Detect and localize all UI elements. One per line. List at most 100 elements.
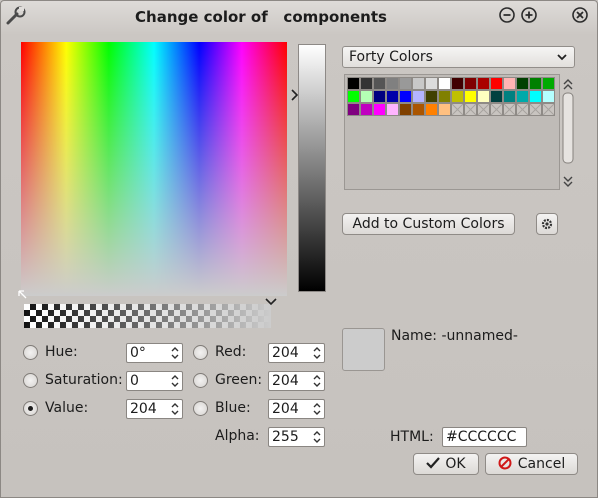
chevron-down-icon [557, 54, 567, 61]
checkmark-icon [426, 457, 441, 469]
selected-color-preview [342, 328, 385, 371]
empty-swatch[interactable] [542, 103, 555, 116]
swatch-grid [347, 77, 555, 116]
color-swatch[interactable] [360, 103, 373, 116]
color-swatch[interactable] [412, 77, 425, 90]
color-swatch[interactable] [451, 77, 464, 90]
empty-swatch[interactable] [464, 103, 477, 116]
red-radio[interactable] [193, 345, 208, 360]
red-spinbox[interactable]: 204 [268, 343, 325, 363]
color-swatch[interactable] [477, 90, 490, 103]
empty-swatch[interactable] [516, 103, 529, 116]
color-swatch[interactable] [373, 90, 386, 103]
green-value: 204 [272, 373, 299, 389]
value-spinbox[interactable]: 204 [126, 399, 183, 419]
color-swatch[interactable] [399, 90, 412, 103]
alpha-slider[interactable] [24, 304, 271, 328]
red-label: Red: [215, 344, 247, 360]
value-radio[interactable] [23, 401, 38, 416]
color-swatch[interactable] [386, 77, 399, 90]
color-swatch[interactable] [347, 90, 360, 103]
maximize-icon[interactable] [521, 7, 537, 23]
html-value: #CCCCCC [446, 429, 517, 445]
color-swatch[interactable] [425, 103, 438, 116]
value-slider[interactable] [298, 44, 326, 292]
color-swatch[interactable] [464, 90, 477, 103]
palette-select-value: Forty Colors [349, 49, 433, 65]
color-swatch[interactable] [529, 90, 542, 103]
empty-swatch[interactable] [490, 103, 503, 116]
blue-value: 204 [272, 401, 299, 417]
saturation-value: 0 [130, 373, 139, 389]
hue-saturation-picker[interactable] [21, 42, 287, 296]
spin-arrows-icon [313, 347, 321, 359]
alpha-slider-arrow-icon[interactable] [265, 298, 277, 306]
cancel-label: Cancel [517, 456, 566, 472]
color-swatch[interactable] [360, 77, 373, 90]
empty-swatch[interactable] [477, 103, 490, 116]
green-spinbox[interactable]: 204 [268, 371, 325, 391]
color-dialog: Change color of components Forty Colors [0, 0, 598, 498]
hue-radio[interactable] [23, 345, 38, 360]
color-swatch[interactable] [412, 90, 425, 103]
color-swatch[interactable] [386, 103, 399, 116]
value-slider-arrow-icon[interactable] [291, 89, 299, 101]
empty-swatch[interactable] [503, 103, 516, 116]
color-swatch[interactable] [477, 77, 490, 90]
color-swatch[interactable] [542, 77, 555, 90]
html-input[interactable]: #CCCCCC [442, 427, 527, 447]
hue-value: 0° [130, 345, 146, 361]
color-swatch[interactable] [438, 77, 451, 90]
color-swatch[interactable] [516, 90, 529, 103]
color-swatch[interactable] [347, 103, 360, 116]
hue-spinbox[interactable]: 0° [126, 343, 183, 363]
ok-button[interactable]: OK [413, 453, 479, 475]
radio-selected-dot [28, 406, 33, 411]
add-custom-colors-button[interactable]: Add to Custom Colors [342, 213, 515, 235]
alpha-value: 255 [272, 429, 299, 445]
saturation-radio[interactable] [23, 373, 38, 388]
cancel-button[interactable]: Cancel [485, 453, 578, 475]
color-swatch[interactable] [360, 90, 373, 103]
color-swatch[interactable] [425, 77, 438, 90]
color-swatch[interactable] [373, 103, 386, 116]
palette-select[interactable]: Forty Colors [342, 46, 575, 68]
color-swatch[interactable] [399, 103, 412, 116]
color-swatch[interactable] [451, 90, 464, 103]
palette-scrollbar[interactable] [560, 76, 576, 190]
green-radio[interactable] [193, 373, 208, 388]
color-swatch[interactable] [347, 77, 360, 90]
spin-arrows-icon [313, 431, 321, 443]
empty-swatch[interactable] [451, 103, 464, 116]
blue-spinbox[interactable]: 204 [268, 399, 325, 419]
color-swatch[interactable] [464, 77, 477, 90]
alpha-spinbox[interactable]: 255 [268, 427, 325, 447]
color-swatch[interactable] [373, 77, 386, 90]
saturation-spinbox[interactable]: 0 [126, 371, 183, 391]
value-label: Value: [45, 400, 89, 416]
green-label: Green: [215, 372, 263, 388]
color-swatch[interactable] [542, 90, 555, 103]
color-swatch[interactable] [529, 77, 542, 90]
color-swatch[interactable] [438, 90, 451, 103]
color-swatch[interactable] [490, 77, 503, 90]
title-bar: Change color of components [1, 1, 597, 33]
color-swatch[interactable] [425, 90, 438, 103]
color-swatch[interactable] [399, 77, 412, 90]
color-swatch[interactable] [386, 90, 399, 103]
color-swatch[interactable] [503, 90, 516, 103]
color-swatch[interactable] [490, 90, 503, 103]
settings-button[interactable] [536, 213, 558, 235]
blue-label: Blue: [215, 400, 251, 416]
minimize-icon[interactable] [499, 7, 515, 23]
blue-radio[interactable] [193, 401, 208, 416]
empty-swatch[interactable] [529, 103, 542, 116]
color-swatch[interactable] [412, 103, 425, 116]
color-swatch[interactable] [516, 77, 529, 90]
palette-swatch-grid [344, 74, 560, 190]
spin-arrows-icon [171, 347, 179, 359]
close-icon[interactable] [572, 7, 588, 23]
color-swatch[interactable] [503, 77, 516, 90]
color-swatch[interactable] [438, 103, 451, 116]
spin-arrows-icon [313, 375, 321, 387]
